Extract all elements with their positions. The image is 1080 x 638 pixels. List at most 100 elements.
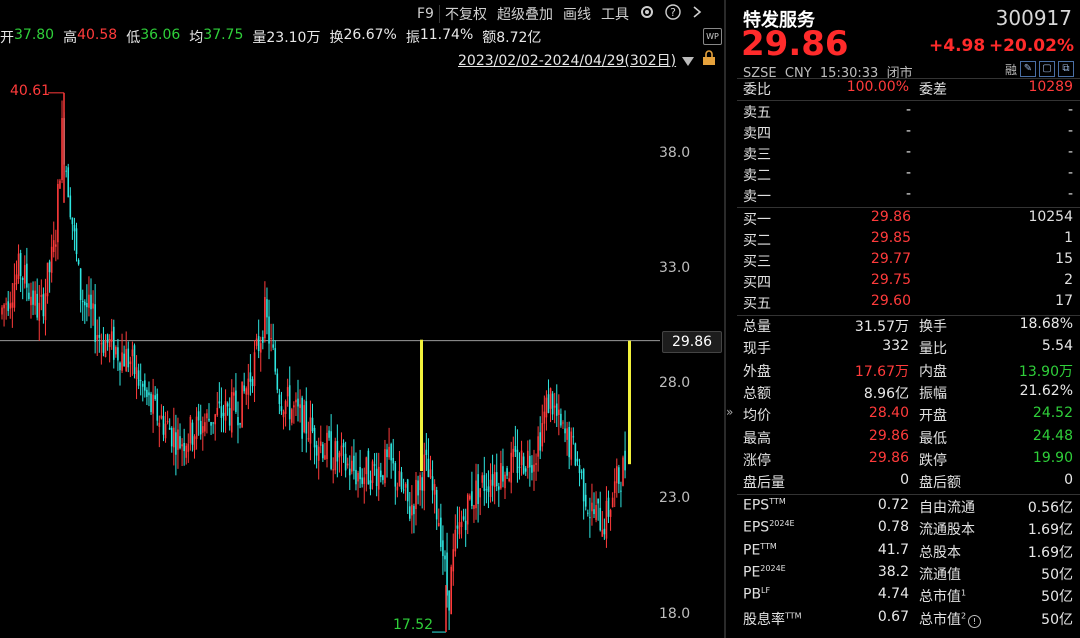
bid-row: 买二 29.85 1 [743,230,1073,252]
toolbar-overlay-button[interactable]: 超级叠加 [492,4,558,24]
stat-value: 19.90 [1032,449,1073,466]
lock-icon[interactable] [702,50,716,70]
stat-value: 8.96亿 [863,385,909,402]
candle-body [597,498,599,504]
toolbar-tools-button[interactable]: 工具 [596,4,634,24]
candle-body [23,265,26,284]
candle-body [183,442,185,452]
popout-icon[interactable]: ⧉ [1058,61,1074,77]
candle-body [408,506,411,519]
candle-body [297,398,299,407]
candle-body [311,417,314,432]
amplitude-value: 11.74% [419,27,474,43]
turnover-value: 26.67% [343,27,397,43]
stat-value: 0 [1064,472,1073,489]
y-axis-tick: 38.0 [659,145,691,161]
gear-icon[interactable] [634,4,660,24]
candle-body [572,436,575,438]
fund-label-text: 自由流通 [919,500,975,516]
candle-body [181,444,183,447]
candle-body [278,394,281,404]
candle-body [593,509,595,515]
fund-value: 0.78 [877,519,909,536]
candle-body [88,294,90,308]
edit-icon[interactable]: ✎ [1020,61,1036,77]
window-icon[interactable]: ▢ [1039,61,1055,77]
candle-body [437,522,440,527]
candle-body [243,385,245,392]
candle-body [458,522,461,535]
candle-body [92,303,94,309]
fund-value: 4.74 [877,586,909,603]
volume-value: 23.10万 [266,30,321,46]
candle-body [537,436,539,457]
candle-body [84,301,86,306]
bid-level-label: 买二 [743,233,771,249]
kline-chart-panel[interactable]: F9 不复权 超级叠加 画线 工具 ? 开 37.80 高 40.58 低 36.06… [0,0,722,638]
candle-body [162,415,165,435]
double-chevron-icon[interactable]: » [726,405,736,429]
wp-icon[interactable]: WP [703,28,722,45]
chevron-right-icon[interactable] [686,4,708,24]
toolbar-no-adjust-button[interactable]: 不复权 [440,4,492,24]
stat-value: 332 [882,338,909,355]
ask-price: - [905,123,911,139]
candle-body [541,423,544,447]
candle-body [351,460,353,472]
weibi-label: 委比 [743,82,771,98]
fund-value: 1.69亿 [1027,522,1073,539]
ask-volume: - [1067,102,1073,118]
candle-body [618,467,620,484]
stat-value: 24.48 [1032,427,1073,444]
candle-body [570,431,573,460]
candle-body [402,489,405,491]
open-value: 37.80 [14,27,55,43]
candle-body [293,405,295,408]
caret-down-icon[interactable] [682,52,694,71]
fund-label: 总股本 [909,542,1003,564]
fund-label-text: EPS [743,519,770,536]
info-icon[interactable]: ! [968,614,982,628]
candle-body [36,293,38,318]
price-change: +4.98 [929,36,986,56]
stat-label: 总量 [743,319,771,335]
bid-level-label: 买四 [743,275,771,291]
candle-body [473,505,475,509]
candle-body [340,445,343,456]
candle-body [156,393,159,421]
stat-value: 28.40 [868,405,909,422]
candle-body [359,466,361,480]
candle-body [526,450,529,468]
ask-level-label: 卖五 [743,105,771,121]
panel-divider[interactable] [724,0,726,638]
stat-value: 5.54 [1041,338,1073,355]
candle-body [201,426,204,433]
candle-body [274,348,277,372]
candle-body [218,401,221,404]
candle-body [495,472,498,487]
candle-body [50,246,53,273]
candle-body [123,353,125,367]
toolbar-draw-button[interactable]: 画线 [558,4,596,24]
candle-body [158,422,161,427]
stat-label: 换手 [919,319,947,335]
candle-body [440,517,442,547]
help-icon[interactable]: ? [660,4,686,24]
candle-body [384,449,386,484]
candle-body [48,261,51,273]
stat-row: 最高 29.86 最低 24.48 [743,428,1073,450]
fund-value: 38.2 [877,563,909,580]
toolbar-f9-button[interactable]: F9 [412,6,439,22]
fund-row: PETTM 41.7 总股本 1.69亿 [743,542,1073,564]
candle-body [568,427,570,458]
candle-body [303,405,306,433]
chart-toolbar: F9 不复权 超级叠加 画线 工具 ? [412,3,708,25]
date-range-link[interactable]: 2023/02/02-2024/04/29(302日) [458,50,676,70]
candle-body [562,422,564,424]
candle-body [353,455,355,471]
ask-row: 卖四 - - [743,123,1073,145]
candle-body [179,436,181,449]
kline-chart[interactable] [0,0,722,638]
candle-body [233,392,235,396]
stat-value: 13.90万 [1018,363,1073,380]
